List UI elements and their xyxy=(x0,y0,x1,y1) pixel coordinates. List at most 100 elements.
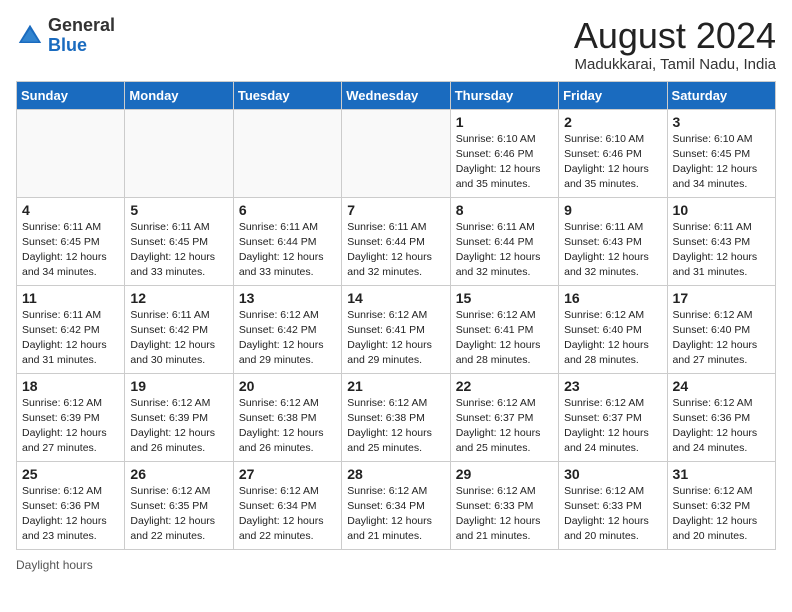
day-info: Sunrise: 6:12 AM Sunset: 6:40 PM Dayligh… xyxy=(673,308,770,369)
calendar-day-header: Monday xyxy=(125,81,233,109)
calendar-week-row: 1 Sunrise: 6:10 AM Sunset: 6:46 PM Daylig… xyxy=(17,109,776,197)
day-info: Sunrise: 6:12 AM Sunset: 6:35 PM Dayligh… xyxy=(130,484,227,545)
page-header: General Blue August 2024 Madukkarai, Tam… xyxy=(16,16,776,73)
day-number: 27 xyxy=(239,466,336,482)
day-number: 18 xyxy=(22,378,119,394)
day-info: Sunrise: 6:10 AM Sunset: 6:46 PM Dayligh… xyxy=(564,132,661,193)
calendar-day-header: Friday xyxy=(559,81,667,109)
day-number: 9 xyxy=(564,202,661,218)
calendar-cell: 24 Sunrise: 6:12 AM Sunset: 6:36 PM Dayli… xyxy=(667,373,775,461)
calendar-cell: 7 Sunrise: 6:11 AM Sunset: 6:44 PM Daylig… xyxy=(342,197,450,285)
month-year: August 2024 xyxy=(574,16,776,56)
calendar-day-header: Wednesday xyxy=(342,81,450,109)
logo-icon xyxy=(16,22,44,50)
calendar-cell: 1 Sunrise: 6:10 AM Sunset: 6:46 PM Daylig… xyxy=(450,109,558,197)
day-info: Sunrise: 6:12 AM Sunset: 6:41 PM Dayligh… xyxy=(347,308,444,369)
day-number: 24 xyxy=(673,378,770,394)
day-info: Sunrise: 6:11 AM Sunset: 6:44 PM Dayligh… xyxy=(239,220,336,281)
calendar-cell: 13Sunrise: 6:12 AM Sunset: 6:42 PM Dayli… xyxy=(233,285,341,373)
day-number: 7 xyxy=(347,202,444,218)
day-number: 17 xyxy=(673,290,770,306)
calendar-day-header: Thursday xyxy=(450,81,558,109)
day-info: Sunrise: 6:12 AM Sunset: 6:32 PM Dayligh… xyxy=(673,484,770,545)
day-number: 14 xyxy=(347,290,444,306)
day-number: 10 xyxy=(673,202,770,218)
calendar-cell xyxy=(125,109,233,197)
day-info: Sunrise: 6:12 AM Sunset: 6:38 PM Dayligh… xyxy=(239,396,336,457)
day-number: 4 xyxy=(22,202,119,218)
calendar-cell: 31 Sunrise: 6:12 AM Sunset: 6:32 PM Dayli… xyxy=(667,461,775,549)
day-info: Sunrise: 6:12 AM Sunset: 6:34 PM Dayligh… xyxy=(239,484,336,545)
logo-text: General Blue xyxy=(48,16,115,56)
day-info: Sunrise: 6:12 AM Sunset: 6:36 PM Dayligh… xyxy=(673,396,770,457)
day-number: 25 xyxy=(22,466,119,482)
day-number: 19 xyxy=(130,378,227,394)
day-number: 31 xyxy=(673,466,770,482)
day-info: Sunrise: 6:11 AM Sunset: 6:45 PM Dayligh… xyxy=(22,220,119,281)
day-info: Sunrise: 6:12 AM Sunset: 6:39 PM Dayligh… xyxy=(22,396,119,457)
day-info: Sunrise: 6:12 AM Sunset: 6:34 PM Dayligh… xyxy=(347,484,444,545)
calendar-cell: 19 Sunrise: 6:12 AM Sunset: 6:39 PM Dayli… xyxy=(125,373,233,461)
calendar-day-header: Saturday xyxy=(667,81,775,109)
day-info: Sunrise: 6:12 AM Sunset: 6:41 PM Dayligh… xyxy=(456,308,553,369)
day-number: 8 xyxy=(456,202,553,218)
day-number: 23 xyxy=(564,378,661,394)
calendar-header-row: SundayMondayTuesdayWednesdayThursdayFrid… xyxy=(17,81,776,109)
calendar-cell xyxy=(17,109,125,197)
calendar-cell: 29Sunrise: 6:12 AM Sunset: 6:33 PM Dayli… xyxy=(450,461,558,549)
day-info: Sunrise: 6:10 AM Sunset: 6:45 PM Dayligh… xyxy=(673,132,770,193)
calendar-week-row: 18 Sunrise: 6:12 AM Sunset: 6:39 PM Dayli… xyxy=(17,373,776,461)
calendar-cell: 17 Sunrise: 6:12 AM Sunset: 6:40 PM Dayli… xyxy=(667,285,775,373)
logo-general: General xyxy=(48,16,115,36)
day-number: 20 xyxy=(239,378,336,394)
day-info: Sunrise: 6:11 AM Sunset: 6:44 PM Dayligh… xyxy=(347,220,444,281)
calendar-cell: 6 Sunrise: 6:11 AM Sunset: 6:44 PM Daylig… xyxy=(233,197,341,285)
day-number: 15 xyxy=(456,290,553,306)
calendar-cell: 14 Sunrise: 6:12 AM Sunset: 6:41 PM Dayli… xyxy=(342,285,450,373)
day-number: 2 xyxy=(564,114,661,130)
calendar-cell: 8 Sunrise: 6:11 AM Sunset: 6:44 PM Daylig… xyxy=(450,197,558,285)
calendar-cell: 18 Sunrise: 6:12 AM Sunset: 6:39 PM Dayli… xyxy=(17,373,125,461)
day-info: Sunrise: 6:12 AM Sunset: 6:39 PM Dayligh… xyxy=(130,396,227,457)
calendar-cell: 9Sunrise: 6:11 AM Sunset: 6:43 PM Daylig… xyxy=(559,197,667,285)
day-info: Sunrise: 6:12 AM Sunset: 6:36 PM Dayligh… xyxy=(22,484,119,545)
calendar-cell: 25 Sunrise: 6:12 AM Sunset: 6:36 PM Dayli… xyxy=(17,461,125,549)
day-info: Sunrise: 6:12 AM Sunset: 6:37 PM Dayligh… xyxy=(564,396,661,457)
day-info: Sunrise: 6:12 AM Sunset: 6:40 PM Dayligh… xyxy=(564,308,661,369)
title-block: August 2024 Madukkarai, Tamil Nadu, Indi… xyxy=(574,16,776,73)
day-info: Sunrise: 6:12 AM Sunset: 6:37 PM Dayligh… xyxy=(456,396,553,457)
day-number: 13 xyxy=(239,290,336,306)
day-info: Sunrise: 6:11 AM Sunset: 6:44 PM Dayligh… xyxy=(456,220,553,281)
calendar-day-header: Tuesday xyxy=(233,81,341,109)
footer-label: Daylight hours xyxy=(16,558,93,572)
location: Madukkarai, Tamil Nadu, India xyxy=(574,56,776,73)
calendar-table: SundayMondayTuesdayWednesdayThursdayFrid… xyxy=(16,81,776,550)
day-number: 6 xyxy=(239,202,336,218)
calendar-cell: 4 Sunrise: 6:11 AM Sunset: 6:45 PM Daylig… xyxy=(17,197,125,285)
day-number: 16 xyxy=(564,290,661,306)
footer: Daylight hours xyxy=(16,558,776,572)
calendar-cell: 22 Sunrise: 6:12 AM Sunset: 6:37 PM Dayli… xyxy=(450,373,558,461)
day-info: Sunrise: 6:11 AM Sunset: 6:45 PM Dayligh… xyxy=(130,220,227,281)
calendar-cell: 26Sunrise: 6:12 AM Sunset: 6:35 PM Dayli… xyxy=(125,461,233,549)
calendar-cell: 20 Sunrise: 6:12 AM Sunset: 6:38 PM Dayli… xyxy=(233,373,341,461)
calendar-cell: 5Sunrise: 6:11 AM Sunset: 6:45 PM Daylig… xyxy=(125,197,233,285)
day-number: 12 xyxy=(130,290,227,306)
calendar-day-header: Sunday xyxy=(17,81,125,109)
day-number: 11 xyxy=(22,290,119,306)
day-info: Sunrise: 6:11 AM Sunset: 6:43 PM Dayligh… xyxy=(673,220,770,281)
day-number: 29 xyxy=(456,466,553,482)
day-number: 1 xyxy=(456,114,553,130)
calendar-cell xyxy=(342,109,450,197)
calendar-cell: 23 Sunrise: 6:12 AM Sunset: 6:37 PM Dayli… xyxy=(559,373,667,461)
day-info: Sunrise: 6:12 AM Sunset: 6:33 PM Dayligh… xyxy=(564,484,661,545)
day-number: 30 xyxy=(564,466,661,482)
day-info: Sunrise: 6:12 AM Sunset: 6:38 PM Dayligh… xyxy=(347,396,444,457)
calendar-cell: 11Sunrise: 6:11 AM Sunset: 6:42 PM Dayli… xyxy=(17,285,125,373)
calendar-cell: 21Sunrise: 6:12 AM Sunset: 6:38 PM Dayli… xyxy=(342,373,450,461)
calendar-cell: 30 Sunrise: 6:12 AM Sunset: 6:33 PM Dayli… xyxy=(559,461,667,549)
calendar-cell: 2 Sunrise: 6:10 AM Sunset: 6:46 PM Daylig… xyxy=(559,109,667,197)
calendar-week-row: 11Sunrise: 6:11 AM Sunset: 6:42 PM Dayli… xyxy=(17,285,776,373)
day-number: 22 xyxy=(456,378,553,394)
day-info: Sunrise: 6:10 AM Sunset: 6:46 PM Dayligh… xyxy=(456,132,553,193)
